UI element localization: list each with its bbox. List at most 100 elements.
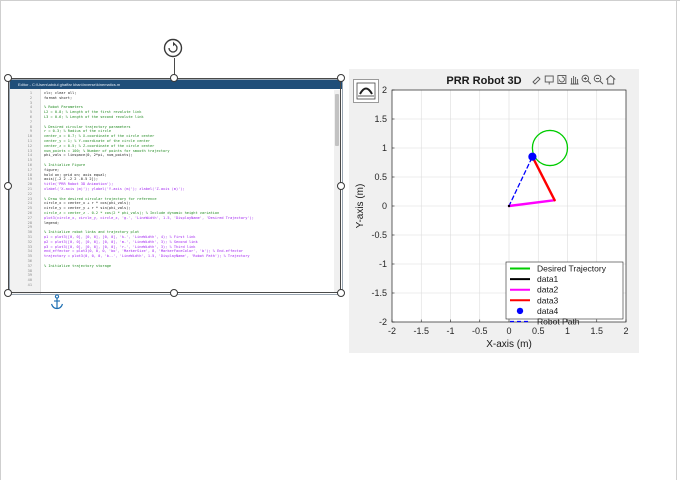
y-tick-label: 0 (382, 201, 387, 211)
editor-screenshot-image[interactable]: Editor - C:\Users\abdul ghaffar khan\inv… (9, 79, 343, 295)
code-line: center_z = 0.5; % Z-coordinate of the ci… (44, 143, 155, 148)
code-line: title('PRR Robot 3D Animation'); (44, 182, 114, 187)
code-line: circle_x = center_x + r * cos(phi_vals); (44, 201, 131, 206)
line-number: 11 (27, 139, 32, 143)
anchor-icon[interactable] (50, 294, 64, 310)
legend-label: data4 (537, 306, 559, 316)
code-line: p1 = plot3([0, 0], [0, 0], [0, 0], 'k-',… (44, 235, 196, 239)
line-number: 20 (27, 182, 32, 187)
line-number: 17 (27, 167, 32, 172)
line-number: 35 (27, 254, 32, 259)
code-line: p3 = plot3([0, 0], [0, 0], [0, 0], 'r-',… (44, 244, 196, 249)
line-number: 23 (27, 196, 32, 201)
editor-title: Editor - C:\Users\abdul ghaffar khan\inv… (18, 82, 121, 87)
x-axis-label: X-axis (m) (486, 339, 532, 350)
line-number: 41 (27, 283, 32, 287)
resize-handle-bottom[interactable] (170, 289, 178, 297)
line-number: 7 (29, 119, 32, 124)
line-number: 39 (27, 273, 32, 278)
code-line: center_x = 0.7; % X-coordinate of the ci… (44, 134, 155, 139)
code-line: % Initialize robot links and trajectory … (44, 230, 140, 235)
y-tick-label: 2 (382, 85, 387, 95)
y-tick-label: -1.5 (371, 288, 387, 298)
code-line: % Initialize trajectory storage (44, 263, 112, 268)
y-tick-label: -0.5 (371, 230, 387, 240)
line-number: 22 (27, 191, 32, 196)
line-number: 1 (29, 91, 32, 95)
code-line: hold on; grid on; axis equal; (44, 172, 107, 177)
resize-handle-top-left[interactable] (4, 74, 12, 82)
code-line: % Robot Parameters (44, 105, 83, 110)
line-number: 19 (27, 177, 32, 182)
x-tick-label: -2 (388, 326, 396, 336)
rotate-3d-icon[interactable] (557, 75, 567, 84)
code-line: xlabel('X-axis (m)'); ylabel('Y-axis (m)… (44, 187, 185, 191)
line-number: 8 (29, 124, 32, 129)
editor-scroll-thumb (335, 94, 339, 146)
chart-title: PRR Robot 3D (446, 75, 521, 87)
figure-panel: -2 -1.5 -1 -0.5 0 0.5 1 1.5 2 -2 -1.5 -1 -0.5 0 0.5 1 1.… (349, 69, 639, 353)
x-tick-label: 0.5 (532, 326, 545, 336)
code-line: trajectory = plot3(0, 0, 0, 'b--', 'Line… (44, 254, 250, 259)
resize-handle-left[interactable] (4, 182, 12, 190)
line-number: 27 (27, 215, 32, 220)
pan-icon[interactable] (570, 76, 579, 85)
code-line: clc; clear all; (44, 91, 77, 95)
rotate-icon[interactable] (163, 38, 183, 58)
line-number: 16 (27, 163, 32, 167)
pan-icon-shape (570, 76, 579, 85)
line-number: 29 (27, 225, 32, 230)
legend-label: Desired Trajectory (537, 264, 607, 274)
line-number: 25 (27, 206, 32, 211)
code-line: end_effector = plot3(0, 0, 0, 'bo', 'Mar… (44, 249, 244, 254)
zoom-in-icon[interactable] (581, 74, 592, 85)
code-line: r = 0.3; % Radius of the circle (44, 129, 112, 134)
home-icon[interactable] (605, 74, 616, 85)
chart-svg: -2 -1.5 -1 -0.5 0 0.5 1 1.5 2 -2 -1.5 -1 -0.5 0 0.5 1 1.… (355, 74, 629, 350)
resize-handle-top[interactable] (170, 74, 178, 82)
resize-handle-bottom-right[interactable] (337, 289, 345, 297)
line-number: 31 (27, 235, 32, 239)
line-number: 21 (27, 187, 32, 191)
y-tick-label: -2 (379, 317, 387, 327)
line-number: 33 (27, 244, 32, 249)
resize-handle-bottom-left[interactable] (4, 289, 12, 297)
page-edge (0, 0, 680, 1)
line-number: 6 (29, 115, 32, 119)
x-tick-label: -1 (446, 326, 454, 336)
line-number: 30 (27, 230, 32, 235)
x-tick-label: 0 (506, 326, 511, 336)
code-line: num_points = 100; % Number of points for… (44, 148, 170, 153)
code-line: circle_z = center_z - 0.2 * cos(2 * phi_… (44, 211, 220, 215)
page-edge (0, 0, 1, 480)
code-line: % Desired circular trajectory parameters (44, 124, 131, 129)
series-data4-marker (528, 152, 537, 161)
brush-icon[interactable] (532, 76, 541, 85)
code-line: figure; (44, 167, 60, 172)
code-line: % Draw the desired circular trajectory f… (44, 196, 157, 201)
code-line: axis([-2 2 -2 2 -0.5 2]); (44, 177, 99, 182)
code-line: L3 = 0.6; % Length of the second revolut… (44, 115, 144, 119)
resize-handle-top-right[interactable] (337, 74, 345, 82)
x-tick-label: 1 (565, 326, 570, 336)
code-line: legend; (44, 220, 60, 225)
line-number: 12 (27, 143, 32, 148)
resize-handle-right[interactable] (337, 182, 345, 190)
line-number: 40 (27, 278, 32, 283)
page-edge (676, 0, 677, 480)
line-number: 4 (29, 105, 32, 110)
brush-icon-shape (532, 76, 541, 85)
line-number: 28 (27, 220, 32, 225)
line-number: 26 (27, 211, 32, 215)
line-number: 38 (27, 268, 32, 273)
line-number: 24 (27, 201, 32, 206)
line-number: 10 (27, 134, 32, 139)
line-number: 15 (27, 158, 32, 163)
zoom-out-icon[interactable] (593, 74, 604, 85)
line-number: 3 (29, 100, 32, 105)
y-axis-label: Y-axis (m) (355, 184, 366, 229)
data-tips-icon[interactable] (544, 75, 554, 85)
legend[interactable]: Desired Trajectorydata1data2data3data4Ro… (505, 261, 624, 327)
code-line: format short; (44, 95, 73, 100)
data-tips-icon-shape (544, 75, 554, 83)
